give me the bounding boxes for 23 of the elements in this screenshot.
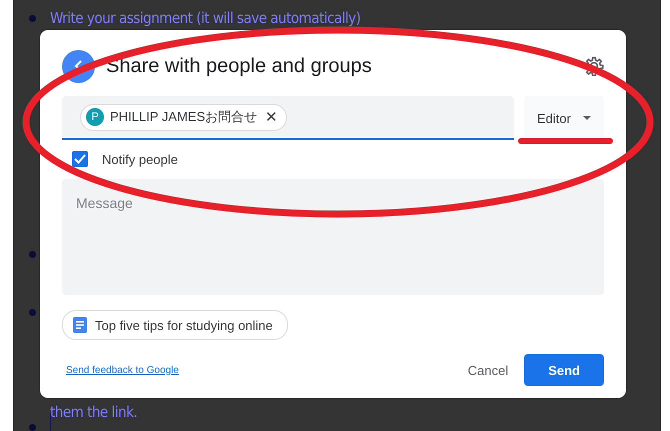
cancel-button[interactable]: Cancel — [468, 354, 508, 386]
notify-label: Notify people — [102, 152, 178, 166]
remove-button[interactable]: ✕ — [263, 108, 280, 126]
message-field[interactable]: Message — [62, 179, 604, 295]
recipient-field[interactable]: P PHILLIP JAMESお問合せ ✕ — [62, 96, 514, 140]
notify-checkbox[interactable] — [72, 151, 88, 167]
avatar: P — [86, 108, 104, 126]
recipient-name: PHILLIP JAMESお問合せ — [110, 108, 258, 126]
role-dropdown[interactable]: Editor — [524, 96, 604, 140]
text-cursor — [50, 413, 51, 431]
document-text: Write your assignment (it will save automatically) — [50, 9, 361, 27]
bullet-icon — [29, 251, 36, 258]
document-icon — [73, 317, 87, 333]
settings-icon[interactable] — [584, 56, 604, 76]
bullet-icon — [29, 424, 36, 431]
caret-icon — [582, 116, 591, 120]
feedback-link[interactable]: Send feedback to Google — [66, 364, 452, 376]
bullet-icon — [29, 14, 36, 22]
attachment-title: Top five tips for studying online — [95, 318, 273, 332]
attachment-chip[interactable]: Top five tips for studying online — [62, 310, 288, 340]
send-button[interactable]: Send — [524, 354, 604, 386]
bullet-icon — [29, 309, 36, 316]
document-text: them the link. — [50, 403, 138, 421]
